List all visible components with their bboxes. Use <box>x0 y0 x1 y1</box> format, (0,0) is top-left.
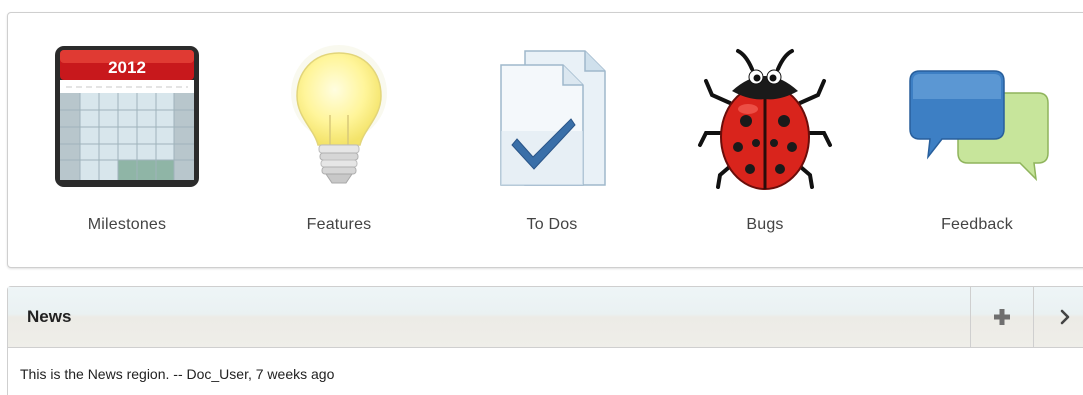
feedback-label: Feedback <box>941 216 1013 233</box>
milestones-label: Milestones <box>87 216 167 233</box>
todos-tile[interactable]: To Dos <box>477 13 627 267</box>
checked-document-icon <box>477 41 627 201</box>
plus-icon <box>994 309 1010 325</box>
calendar-icon: 2012 <box>52 41 202 201</box>
add-news-button[interactable] <box>970 287 1033 347</box>
feedback-tile[interactable]: Feedback <box>902 13 1052 267</box>
calendar-year: 2012 <box>108 58 146 77</box>
milestones-tile[interactable]: 2012 Milestones <box>52 13 202 267</box>
features-tile[interactable]: Features <box>264 13 414 267</box>
news-body-text: This is the News region. -- Doc_User, 7 … <box>20 366 335 382</box>
app-launcher-panel: 2012 Milestones Features To Dos Bugs Fee… <box>7 12 1083 268</box>
news-header: News <box>8 287 1083 348</box>
todos-label: To Dos <box>526 216 578 233</box>
speech-bubbles-icon <box>902 41 1052 201</box>
features-label: Features <box>306 216 372 233</box>
lightbulb-icon <box>264 41 414 201</box>
bugs-label: Bugs <box>746 216 784 233</box>
bugs-tile[interactable]: Bugs <box>690 13 840 267</box>
news-title: News <box>27 307 72 326</box>
chevron-right-icon <box>1060 309 1070 325</box>
next-news-button[interactable] <box>1033 287 1083 347</box>
ladybug-icon <box>690 41 840 201</box>
news-region: News This is the News region. -- Doc_Use… <box>7 286 1083 395</box>
